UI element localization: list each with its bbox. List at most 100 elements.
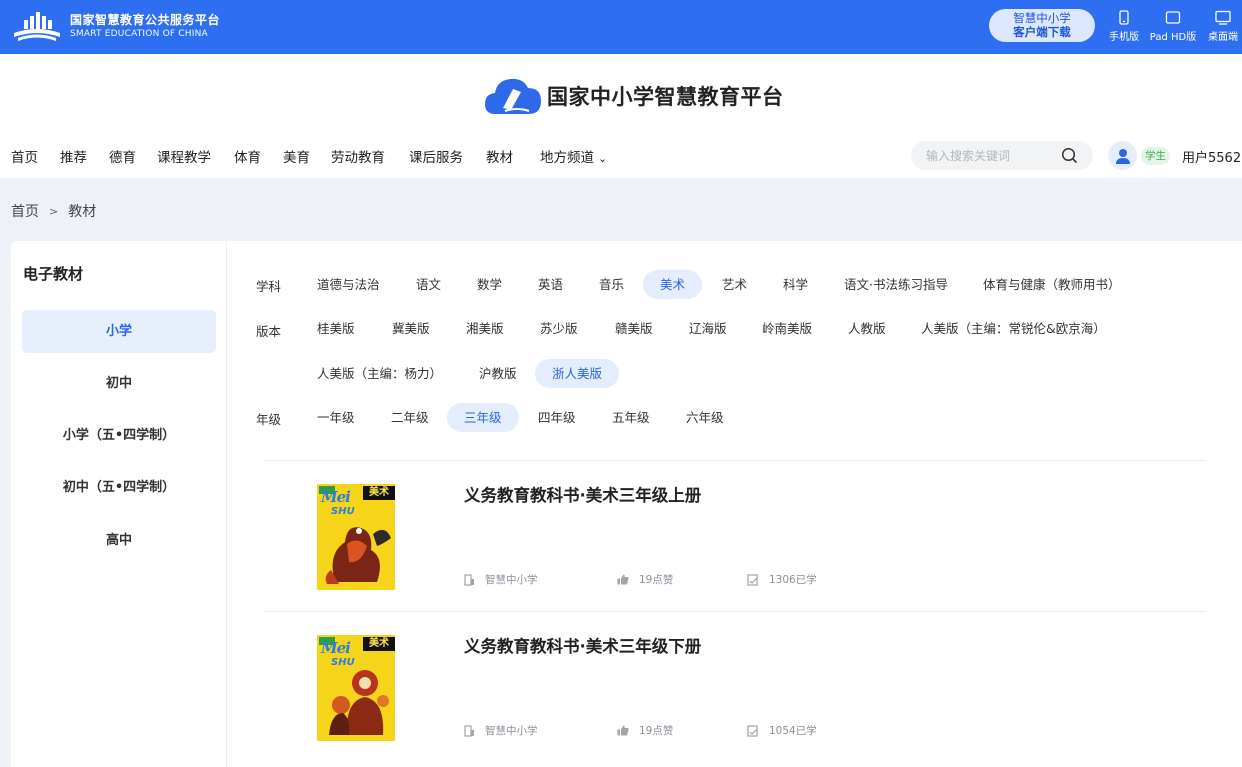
- subject-option[interactable]: 音乐: [582, 270, 641, 299]
- avatar[interactable]: [1108, 141, 1137, 170]
- nav-moral[interactable]: 德育: [109, 146, 136, 166]
- user-icon: [1115, 148, 1130, 164]
- edition-option[interactable]: 人美版（主编：杨力）: [300, 359, 459, 388]
- edition-option-active[interactable]: 浙人美版: [535, 359, 620, 388]
- book-likes-text: 19点赞: [639, 725, 674, 737]
- cover-rooster-art: [325, 527, 391, 584]
- grade-option[interactable]: 二年级: [374, 403, 446, 432]
- book-title[interactable]: 义务教育教科书·美术三年级下册: [464, 633, 701, 657]
- subject-option[interactable]: 数学: [460, 270, 519, 299]
- platform-logo-icon: [14, 12, 60, 41]
- breadcrumb-separator-icon: >: [49, 204, 59, 218]
- textbook-list: Mei SHU 美术 义务教育教科书·美术三年级上册 智慧中小学 19点赞 13…: [264, 460, 1206, 762]
- brand-name-cn: 国家智慧教育公共服务平台: [70, 13, 221, 27]
- nav-labor[interactable]: 劳动教育: [331, 146, 385, 166]
- edition-option[interactable]: 冀美版: [375, 314, 447, 343]
- nav-textbook[interactable]: 教材: [486, 146, 513, 166]
- grade-option-active[interactable]: 三年级: [447, 403, 519, 432]
- edition-option[interactable]: 人教版: [831, 314, 903, 343]
- username[interactable]: 用户5562: [1182, 147, 1241, 166]
- book-learners: 1306已学: [747, 572, 817, 587]
- phone-icon: [1119, 10, 1129, 25]
- book-likes: 19点赞: [617, 723, 673, 738]
- grade-option[interactable]: 五年级: [595, 403, 667, 432]
- client-download-button[interactable]: 智慧中小学 客户端下载: [989, 9, 1095, 42]
- sidebar-item-senior[interactable]: 高中: [22, 519, 216, 562]
- device-phone[interactable]: 手机版: [1108, 10, 1140, 43]
- search-box: [911, 141, 1093, 170]
- sidebar-item-junior-54[interactable]: 初中（五•四学制）: [22, 466, 216, 509]
- main-panel: 电子教材 小学 初中 小学（五•四学制） 初中（五•四学制） 高中 学科 道德与…: [11, 241, 1242, 767]
- nav-afterschool[interactable]: 课后服务: [409, 146, 463, 166]
- subject-option[interactable]: 英语: [521, 270, 580, 299]
- book-cover[interactable]: Mei SHU 美术: [317, 635, 395, 741]
- subject-option[interactable]: 语文: [399, 270, 458, 299]
- sidebar-item-primary[interactable]: 小学: [22, 310, 216, 353]
- brand-name-en: SMART EDUCATION OF CHINA: [70, 29, 208, 39]
- grade-option[interactable]: 四年级: [521, 403, 593, 432]
- device-tablet-label: Pad HD版: [1149, 32, 1197, 43]
- book-likes-text: 19点赞: [639, 574, 674, 586]
- nav-local-label: 地方频道: [540, 150, 594, 166]
- subject-label: 学科: [256, 279, 282, 294]
- site-title: 国家中小学智慧教育平台: [547, 84, 784, 109]
- edition-option[interactable]: 人美版（主编：常锐伦&欧京海）: [904, 314, 1123, 343]
- nav-course[interactable]: 课程教学: [157, 146, 211, 166]
- edition-option[interactable]: 桂美版: [300, 314, 372, 343]
- edition-option[interactable]: 赣美版: [598, 314, 670, 343]
- tablet-icon: [1165, 11, 1181, 24]
- grade-option[interactable]: 一年级: [300, 403, 372, 432]
- site-logo[interactable]: 国家中小学智慧教育平台: [483, 74, 784, 118]
- edition-option[interactable]: 沪教版: [462, 359, 534, 388]
- chevron-down-icon: ⌄: [598, 152, 608, 165]
- grade-option[interactable]: 六年级: [669, 403, 741, 432]
- device-tablet[interactable]: Pad HD版: [1148, 10, 1198, 43]
- sidebar-item-junior[interactable]: 初中: [22, 362, 216, 405]
- search-input[interactable]: [926, 141, 1056, 170]
- edition-option[interactable]: 辽海版: [672, 314, 744, 343]
- book-source: 智慧中小学: [464, 723, 538, 738]
- edition-option[interactable]: 岭南美版: [745, 314, 829, 343]
- study-icon: [747, 573, 758, 586]
- thumbs-up-icon: [617, 574, 629, 585]
- subject-option[interactable]: 道德与法治: [300, 270, 397, 299]
- subject-option-active[interactable]: 美术: [643, 270, 703, 299]
- grade-label: 年级: [256, 412, 282, 427]
- role-badge: 学生: [1141, 147, 1170, 165]
- edition-option[interactable]: 湘美版: [449, 314, 521, 343]
- building-icon: [464, 573, 474, 586]
- nav-local-channel[interactable]: 地方频道 ⌄: [540, 146, 607, 166]
- edition-option[interactable]: 苏少版: [523, 314, 595, 343]
- device-links: 手机版 Pad HD版 桌面端: [1108, 10, 1240, 43]
- device-phone-label: 手机版: [1109, 32, 1139, 43]
- device-desktop[interactable]: 桌面端: [1206, 10, 1240, 43]
- breadcrumb-home[interactable]: 首页: [11, 201, 39, 221]
- book-likes: 19点赞: [617, 572, 673, 587]
- sidebar-title: 电子教材: [23, 265, 84, 283]
- book-cover[interactable]: Mei SHU 美术: [317, 484, 395, 590]
- desktop-icon: [1215, 10, 1231, 25]
- subject-option[interactable]: 艺术: [705, 270, 764, 299]
- nav-home[interactable]: 首页: [11, 146, 38, 166]
- download-line2: 客户端下载: [1013, 25, 1071, 39]
- cover-figures-art: [329, 670, 389, 735]
- book-learners: 1054已学: [747, 723, 817, 738]
- sidebar-item-primary-54[interactable]: 小学（五•四学制）: [22, 414, 216, 457]
- list-item[interactable]: Mei SHU 美术 义务教育教科书·美术三年级上册 智慧中小学 19点赞 13…: [264, 460, 1206, 611]
- subject-option[interactable]: 体育与健康（教师用书）: [966, 270, 1138, 299]
- brand[interactable]: 国家智慧教育公共服务平台 SMART EDUCATION OF CHINA: [10, 7, 220, 45]
- thumbs-up-icon: [617, 725, 629, 736]
- book-learners-text: 1306已学: [769, 574, 817, 586]
- cloud-book-logo-icon: [485, 78, 541, 114]
- sidebar: 电子教材 小学 初中 小学（五•四学制） 初中（五•四学制） 高中: [11, 241, 227, 767]
- device-desktop-label: 桌面端: [1208, 32, 1238, 43]
- breadcrumb: 首页 > 教材: [11, 201, 96, 221]
- book-title[interactable]: 义务教育教科书·美术三年级上册: [464, 482, 701, 506]
- nav-recommend[interactable]: 推荐: [60, 146, 87, 166]
- search-icon[interactable]: [1061, 147, 1078, 164]
- subject-option[interactable]: 科学: [766, 270, 825, 299]
- nav-arts[interactable]: 美育: [283, 146, 310, 166]
- subject-option[interactable]: 语文·书法练习指导: [827, 270, 965, 299]
- list-item[interactable]: Mei SHU 美术 义务教育教科书·美术三年级下册 智慧中小学 19点赞 10…: [264, 611, 1206, 762]
- nav-sports[interactable]: 体育: [234, 146, 261, 166]
